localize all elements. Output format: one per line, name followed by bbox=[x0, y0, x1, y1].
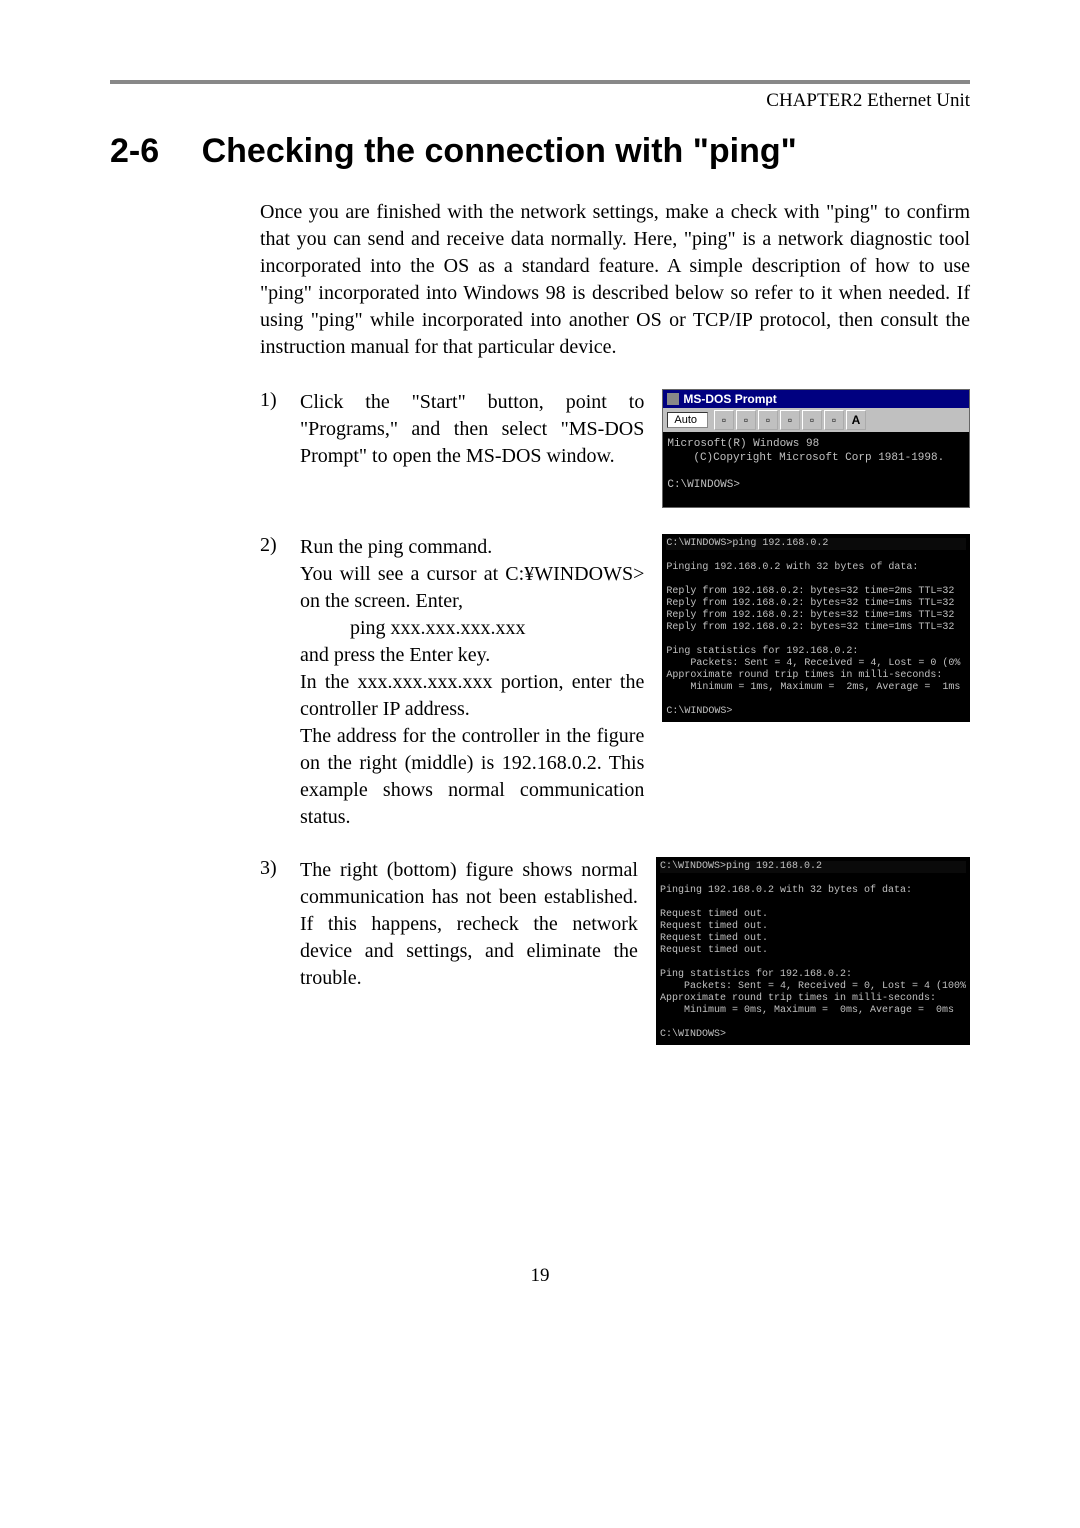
chapter-label: CHAPTER2 Ethernet Unit bbox=[110, 90, 970, 112]
step-number: 3) bbox=[260, 857, 300, 1045]
step-2: 2) Run the ping command. You will see a … bbox=[260, 534, 970, 831]
toolbar-btn-props[interactable]: ▫ bbox=[824, 410, 844, 430]
toolbar-btn-full[interactable]: ▫ bbox=[802, 410, 822, 430]
dos-prompt-window: MS-DOS Prompt Auto ▫ ▫ ▫ ▫ ▫ ▫ A Microso… bbox=[662, 389, 970, 508]
term-line: Request timed out. bbox=[660, 909, 768, 920]
term-line: Reply from 192.168.0.2: bytes=32 time=2m… bbox=[666, 586, 954, 597]
term-line: Reply from 192.168.0.2: bytes=32 time=1m… bbox=[666, 598, 954, 609]
step-line: You will see a cursor at C:¥WINDOWS> on … bbox=[300, 563, 644, 612]
terminal-ping-fail: C:\WINDOWS>ping 192.168.0.2 Pinging 192.… bbox=[656, 857, 970, 1045]
term-line: Request timed out. bbox=[660, 921, 768, 932]
term-line: C:\WINDOWS> bbox=[666, 706, 732, 717]
header-rule bbox=[110, 80, 970, 84]
term-line: Reply from 192.168.0.2: bytes=32 time=1m… bbox=[666, 622, 954, 633]
toolbar-btn-1[interactable]: ▫ bbox=[714, 410, 734, 430]
step-number: 1) bbox=[260, 389, 300, 508]
font-size-select[interactable]: Auto bbox=[667, 412, 708, 428]
dos-line: Microsoft(R) Windows 98 bbox=[667, 438, 819, 450]
step-text: Run the ping command. You will see a cur… bbox=[300, 534, 644, 831]
dos-line: (C)Copyright Microsoft Corp 1981-1998. bbox=[693, 452, 965, 466]
toolbar-btn-paste[interactable]: ▫ bbox=[780, 410, 800, 430]
term-line: Pinging 192.168.0.2 with 32 bytes of dat… bbox=[666, 562, 918, 573]
terminal-ping-success: C:\WINDOWS>ping 192.168.0.2 Pinging 192.… bbox=[662, 534, 970, 722]
term-line: Packets: Sent = 4, Received = 4, Lost = … bbox=[666, 658, 960, 669]
term-line: C:\WINDOWS> bbox=[660, 1029, 726, 1040]
section-number: 2-6 bbox=[110, 132, 159, 171]
dos-titlebar: MS-DOS Prompt bbox=[663, 390, 969, 408]
term-line: Minimum = 0ms, Maximum = 0ms, Average = … bbox=[660, 1005, 954, 1016]
section-heading: Checking the connection with "ping" bbox=[202, 132, 797, 170]
term-line: Reply from 192.168.0.2: bytes=32 time=1m… bbox=[666, 610, 954, 621]
step-line: In the xxx.xxx.xxx.xxx portion, enter th… bbox=[300, 671, 644, 720]
dos-title: MS-DOS Prompt bbox=[683, 392, 776, 406]
step-line: The address for the controller in the fi… bbox=[300, 725, 644, 828]
term-line: C:\WINDOWS>ping 192.168.0.2 bbox=[666, 538, 966, 550]
term-line: Minimum = 1ms, Maximum = 2ms, Average = … bbox=[666, 682, 960, 693]
step-number: 2) bbox=[260, 534, 300, 831]
step-1: 1) Click the "Start" button, point to "P… bbox=[260, 389, 970, 508]
toolbar-btn-2[interactable]: ▫ bbox=[736, 410, 756, 430]
step-3: 3) The right (bottom) figure shows norma… bbox=[260, 857, 970, 1045]
toolbar-btn-font[interactable]: A bbox=[846, 410, 866, 430]
term-line: C:\WINDOWS>ping 192.168.0.2 bbox=[660, 861, 966, 873]
intro-paragraph: Once you are finished with the network s… bbox=[260, 199, 970, 361]
term-line: Packets: Sent = 4, Received = 0, Lost = … bbox=[660, 981, 966, 992]
term-line: Ping statistics for 192.168.0.2: bbox=[660, 969, 852, 980]
dos-icon bbox=[667, 393, 679, 405]
step-line: Run the ping command. bbox=[300, 536, 492, 558]
page-number: 19 bbox=[110, 1265, 970, 1287]
step-text: Click the "Start" button, point to "Prog… bbox=[300, 389, 644, 508]
term-line: Approximate round trip times in milli-se… bbox=[660, 993, 936, 1004]
dos-toolbar: Auto ▫ ▫ ▫ ▫ ▫ ▫ A bbox=[663, 408, 969, 432]
ping-command: ping xxx.xxx.xxx.xxx bbox=[350, 617, 526, 639]
dos-line: C:\WINDOWS> bbox=[667, 479, 740, 491]
toolbar-btn-copy[interactable]: ▫ bbox=[758, 410, 778, 430]
step-text: The right (bottom) figure shows normal c… bbox=[300, 857, 638, 1045]
section-title: 2-6 Checking the connection with "ping" bbox=[110, 132, 970, 171]
dos-body: Microsoft(R) Windows 98 (C)Copyright Mic… bbox=[663, 432, 969, 507]
term-line: Pinging 192.168.0.2 with 32 bytes of dat… bbox=[660, 885, 912, 896]
term-line: Request timed out. bbox=[660, 945, 768, 956]
step-line: and press the Enter key. bbox=[300, 644, 490, 666]
term-line: Ping statistics for 192.168.0.2: bbox=[666, 646, 858, 657]
term-line: Approximate round trip times in milli-se… bbox=[666, 670, 942, 681]
term-line: Request timed out. bbox=[660, 933, 768, 944]
